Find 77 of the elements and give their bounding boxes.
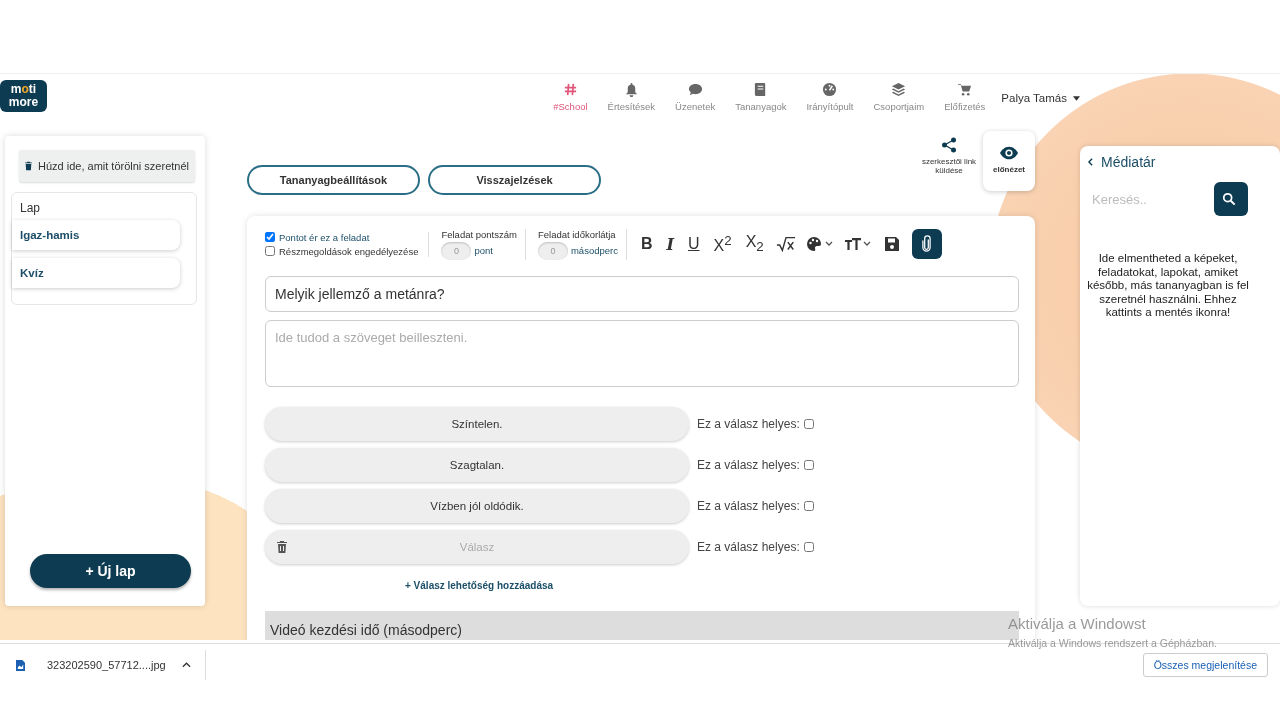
square-root-icon[interactable] bbox=[775, 236, 796, 252]
gauge-icon bbox=[822, 82, 838, 97]
trash-zone-label: Húzd ide, amit törölni szeretnél bbox=[38, 160, 189, 172]
number-field[interactable]: 0 bbox=[537, 241, 568, 260]
checkbox[interactable] bbox=[803, 501, 814, 511]
checkbox[interactable] bbox=[265, 232, 275, 242]
chevron-up-icon[interactable] bbox=[181, 662, 191, 668]
preview-button[interactable]: előnézet bbox=[983, 131, 1035, 191]
outline-button[interactable]: Tananyagbeállítások bbox=[247, 165, 420, 195]
download-item[interactable]: 323202590_57712....jpg bbox=[0, 650, 206, 680]
activation-subtitle: Aktiválja a Windows rendszert a Gépházban. bbox=[1008, 637, 1217, 649]
trash-drop-zone[interactable]: Húzd ide, amit törölni szeretnél bbox=[19, 150, 195, 182]
attach-button[interactable] bbox=[911, 229, 942, 259]
layers-icon bbox=[891, 82, 907, 97]
script-button[interactable]: X$_{2}$ bbox=[743, 233, 766, 255]
activation-title: Aktiválja a Windowst bbox=[1008, 615, 1147, 632]
page-item[interactable]: Kvíz bbox=[12, 258, 180, 288]
nav-item[interactable]: Csoportjaim bbox=[863, 82, 935, 112]
chat-icon bbox=[687, 82, 703, 97]
bold-button[interactable]: B bbox=[638, 235, 655, 253]
eye-icon bbox=[1000, 145, 1018, 161]
text-size-icon[interactable] bbox=[843, 236, 872, 252]
nav-item[interactable]: Irányítópult bbox=[796, 82, 864, 112]
correct-label: Ez a válasz helyes: bbox=[697, 540, 800, 554]
file-name: 323202590_57712....jpg bbox=[47, 659, 166, 671]
setting-label: Feladat időkorlátja bbox=[537, 228, 617, 240]
nav-item[interactable]: Tananyagok bbox=[725, 82, 797, 112]
checkbox[interactable] bbox=[803, 542, 814, 552]
nav-item[interactable]: #School bbox=[543, 82, 598, 112]
underline-button[interactable]: U bbox=[686, 235, 702, 253]
section-title: Videó kezdési idő (másodperc) bbox=[270, 622, 462, 638]
trash-icon bbox=[25, 161, 32, 171]
correct-label: Ez a válasz helyes: bbox=[697, 499, 800, 513]
user-menu[interactable]: Palya Tamás bbox=[1001, 92, 1080, 104]
italic-button[interactable]: I bbox=[664, 234, 676, 254]
answer-field[interactable]: Színtelen. bbox=[265, 407, 689, 441]
chevron-left-icon bbox=[1088, 158, 1093, 166]
cart-icon bbox=[957, 82, 973, 97]
caret-icon bbox=[1073, 95, 1080, 101]
trash-icon[interactable] bbox=[277, 541, 287, 553]
nav-item[interactable]: Értesítések bbox=[597, 82, 666, 112]
unit-label: pont bbox=[474, 245, 493, 256]
checkbox-label: Részmegoldások engedélyezése bbox=[279, 245, 419, 257]
palette-icon[interactable] bbox=[805, 236, 834, 252]
show-all-button[interactable]: Összes megjelenítése bbox=[1142, 653, 1268, 677]
file-icon bbox=[16, 659, 25, 671]
script-button[interactable]: X$^{2}$ bbox=[711, 232, 734, 256]
checkbox-label: Pontot ér ez a feladat bbox=[279, 231, 370, 243]
unit-label: másodperc bbox=[570, 245, 618, 256]
checkbox[interactable] bbox=[265, 246, 275, 256]
search-button[interactable] bbox=[1214, 182, 1248, 216]
paperclip-icon bbox=[922, 235, 932, 253]
hash-icon bbox=[562, 82, 578, 97]
share-icon bbox=[940, 137, 958, 153]
share-link-button[interactable]: szerkesztői link küldése bbox=[919, 131, 979, 181]
answer-field[interactable]: Vízben jól oldódik. bbox=[265, 489, 689, 523]
outline-button[interactable]: Visszajelzések bbox=[428, 165, 601, 195]
setting-label: Feladat pontszám bbox=[441, 228, 517, 240]
new-page-button[interactable]: + Új lap bbox=[30, 554, 191, 588]
search-icon bbox=[1222, 192, 1236, 206]
media-hint: Ide elmentheted a képeket, feladatokat, lapokat, amiket később, más tananyagban is fel szeretnél használni. Ehhez kattints a mentés ikonra! bbox=[1086, 252, 1250, 320]
number-field[interactable]: 0 bbox=[441, 241, 472, 260]
description-field[interactable]: Ide tudod a szöveget beilleszteni. bbox=[265, 320, 1019, 387]
answer-field[interactable]: Szagtalan. bbox=[265, 448, 689, 482]
question-field[interactable]: Melyik jellemző a metánra? bbox=[265, 276, 1019, 312]
logo[interactable]: moti more bbox=[0, 80, 47, 112]
answer-field[interactable]: Válasz bbox=[265, 530, 689, 564]
pages-title: Lap bbox=[19, 201, 42, 215]
add-answer-link[interactable]: + Válasz lehetőség hozzáadása bbox=[405, 580, 1019, 591]
checkbox[interactable] bbox=[803, 460, 814, 470]
page-item[interactable]: Igaz-hamis bbox=[12, 220, 180, 250]
correct-label: Ez a válasz helyes: bbox=[697, 417, 800, 431]
nav-item[interactable]: Előfizetés bbox=[934, 82, 996, 112]
checkbox[interactable] bbox=[803, 419, 814, 429]
nav-item[interactable]: Üzenetek bbox=[665, 82, 726, 112]
correct-label: Ez a válasz helyes: bbox=[697, 458, 800, 472]
media-title[interactable]: Médiatár bbox=[1088, 154, 1280, 170]
